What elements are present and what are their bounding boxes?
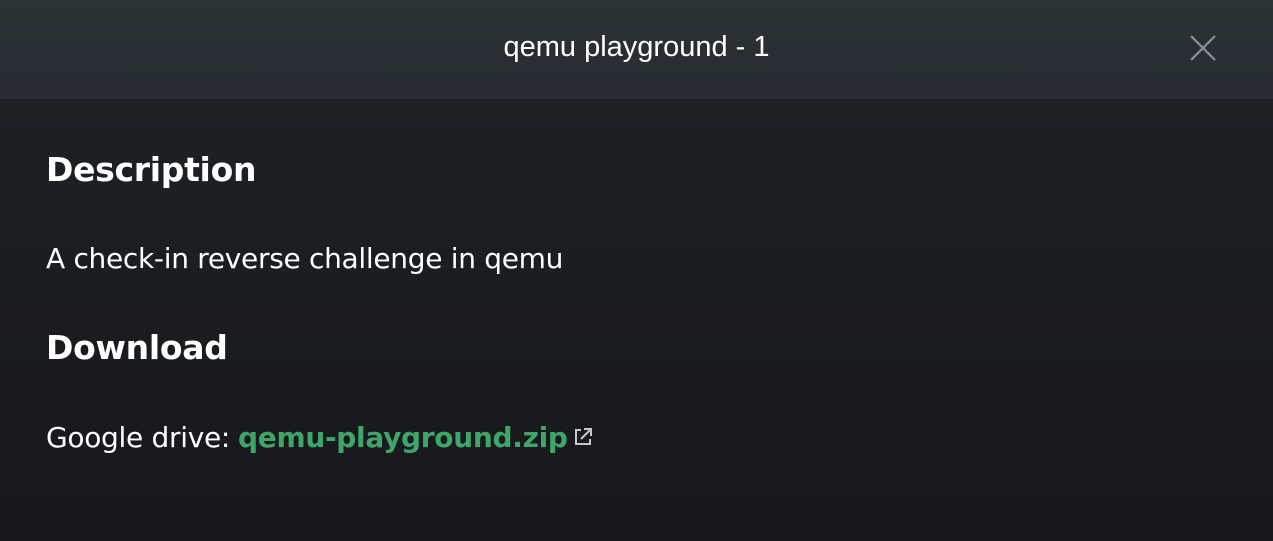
external-link-icon [572, 422, 594, 455]
modal-header: qemu playground - 1 [0, 0, 1273, 99]
close-button[interactable] [1186, 31, 1220, 65]
download-line: Google drive: qemu-playground.zip [46, 420, 594, 455]
download-label: Google drive: [46, 421, 231, 454]
download-link[interactable]: qemu-playground.zip [238, 421, 568, 454]
download-heading: Download [46, 328, 228, 367]
close-icon [1190, 35, 1216, 61]
description-text: A check-in reverse challenge in qemu [46, 242, 564, 275]
challenge-modal: qemu playground - 1 Description A check-… [0, 0, 1273, 541]
modal-title: qemu playground - 1 [503, 31, 770, 63]
description-heading: Description [46, 150, 257, 189]
